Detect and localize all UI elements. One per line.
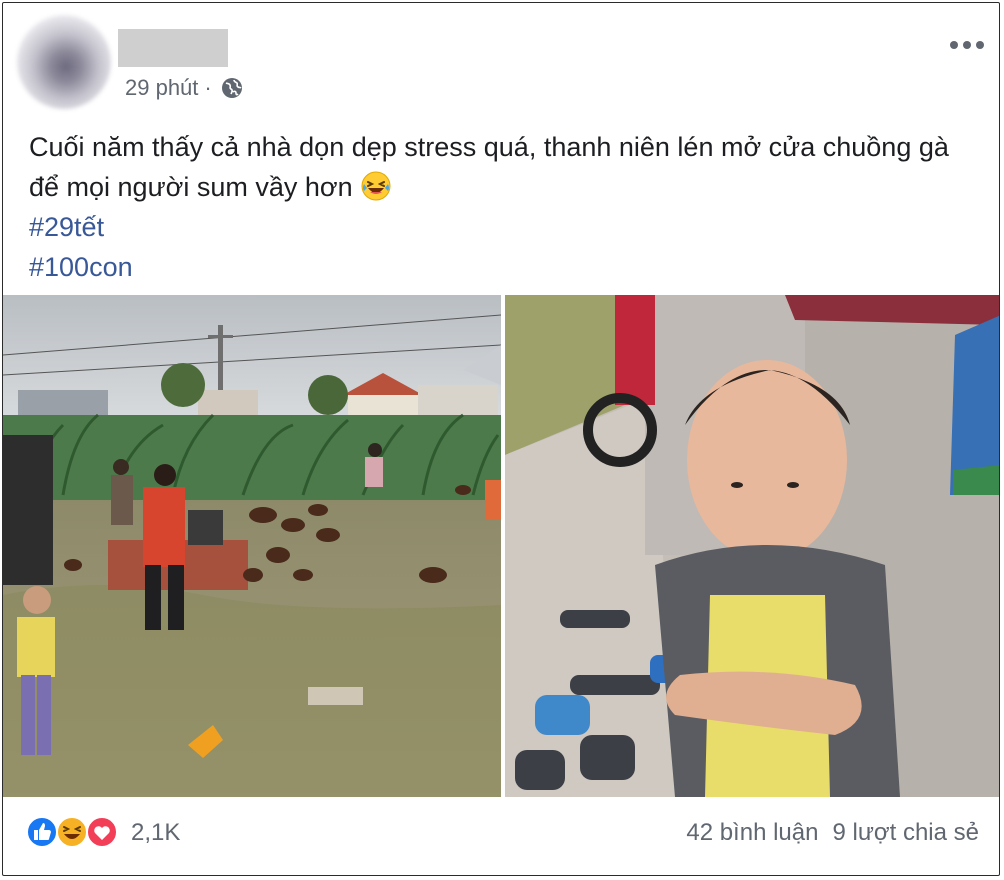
hashtag-100con[interactable]: #100con [29, 247, 979, 287]
post-meta: 29 phút · [125, 75, 244, 101]
photo-yard-chickens-image [3, 295, 501, 797]
post-body: Cuối năm thấy cả nhà dọn dẹp stress quá,… [29, 132, 949, 202]
photo-yard-chickens[interactable] [3, 295, 501, 797]
laughing-tears-emoji [361, 171, 391, 201]
facebook-post: 29 phút · Cuối năm thấy cả nhà dọn dẹp s… [2, 2, 1000, 876]
meta-separator: · [204, 75, 212, 100]
globe-icon[interactable] [220, 76, 244, 100]
reaction-count[interactable]: 2,1K [131, 819, 180, 847]
photo-boy-crossed-arms[interactable] [505, 295, 999, 797]
reaction-icons[interactable] [25, 815, 118, 849]
post-time[interactable]: 29 phút [125, 75, 198, 101]
photo-boy-crossed-arms-image [505, 295, 999, 797]
more-options-icon[interactable] [949, 31, 985, 51]
love-reaction-icon [86, 816, 118, 848]
haha-reaction-icon [56, 816, 88, 848]
hashtag-29tet[interactable]: #29tết [29, 207, 979, 247]
post-stats: 42 bình luận 9 lượt chia sẻ [686, 819, 979, 847]
share-count[interactable]: 9 lượt chia sẻ [832, 819, 979, 847]
like-reaction-icon [26, 816, 58, 848]
comment-count[interactable]: 42 bình luận [686, 819, 818, 847]
author-avatar[interactable] [17, 15, 111, 109]
post-footer: 2,1K 42 bình luận 9 lượt chia sẻ [3, 797, 999, 875]
author-name-redacted[interactable] [118, 29, 228, 67]
post-text: Cuối năm thấy cả nhà dọn dẹp stress quá,… [29, 127, 979, 287]
